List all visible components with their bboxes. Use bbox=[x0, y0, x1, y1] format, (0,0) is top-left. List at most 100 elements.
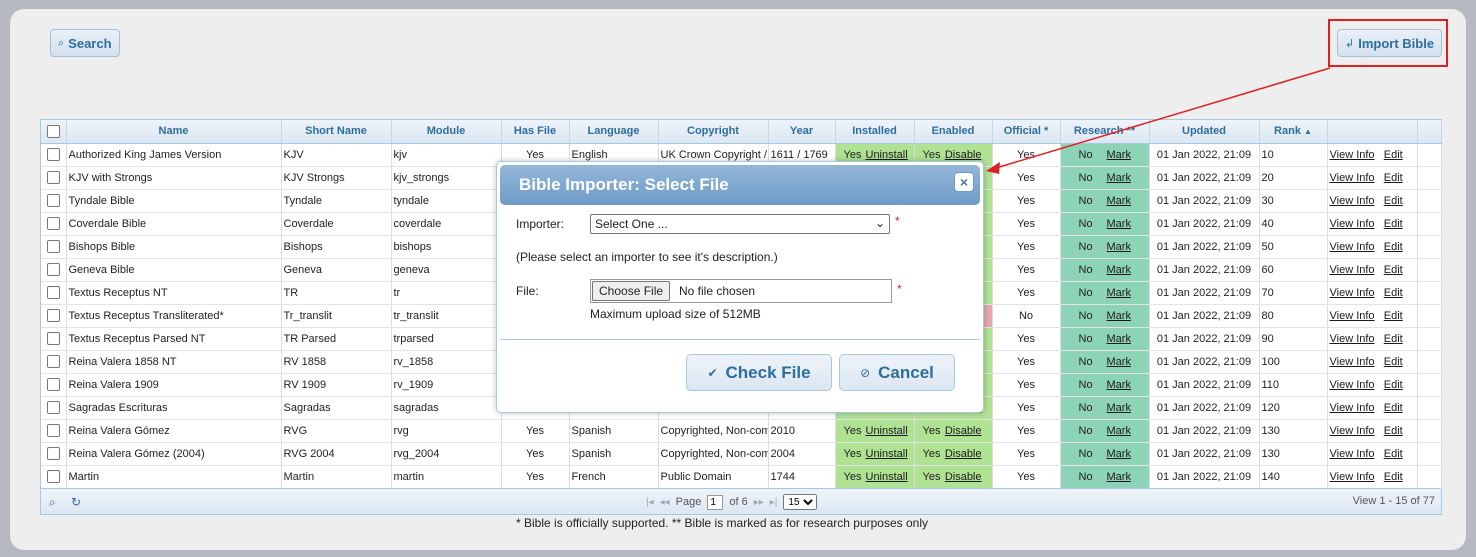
row-select[interactable] bbox=[41, 189, 67, 213]
row-checkbox[interactable] bbox=[46, 470, 60, 483]
view-info-link[interactable]: View Info bbox=[1330, 425, 1375, 437]
mark-link[interactable]: Mark bbox=[1107, 356, 1131, 368]
row-checkbox[interactable] bbox=[46, 401, 60, 414]
row-select[interactable] bbox=[41, 235, 67, 259]
view-info-link[interactable]: View Info bbox=[1330, 149, 1375, 161]
row-select[interactable] bbox=[41, 396, 67, 420]
view-info-link[interactable]: View Info bbox=[1330, 471, 1375, 483]
column-header[interactable]: Updated bbox=[1149, 120, 1260, 144]
view-info-link[interactable]: View Info bbox=[1330, 241, 1375, 253]
row-select[interactable] bbox=[41, 327, 67, 351]
column-header[interactable]: Enabled bbox=[914, 120, 993, 144]
column-header[interactable]: Short Name bbox=[281, 120, 392, 144]
edit-link[interactable]: Edit bbox=[1384, 402, 1403, 414]
row-checkbox[interactable] bbox=[46, 263, 60, 276]
cancel-button[interactable]: ⊘ Cancel bbox=[839, 354, 955, 391]
search-icon[interactable]: ⌕ bbox=[49, 495, 56, 510]
table-row[interactable]: Reina Valera Gómez (2004) RVG 2004 rvg_200… bbox=[41, 442, 1442, 466]
edit-link[interactable]: Edit bbox=[1384, 379, 1403, 391]
view-info-link[interactable]: View Info bbox=[1330, 356, 1375, 368]
row-select[interactable] bbox=[41, 258, 67, 282]
row-checkbox[interactable] bbox=[46, 194, 60, 207]
mark-link[interactable]: Mark bbox=[1107, 379, 1131, 391]
mark-link[interactable]: Mark bbox=[1107, 287, 1131, 299]
mark-link[interactable]: Mark bbox=[1107, 448, 1131, 460]
file-input[interactable]: Choose File No file chosen bbox=[590, 279, 892, 303]
edit-link[interactable]: Edit bbox=[1384, 356, 1403, 368]
view-info-link[interactable]: View Info bbox=[1330, 310, 1375, 322]
mark-link[interactable]: Mark bbox=[1107, 172, 1131, 184]
view-info-link[interactable]: View Info bbox=[1330, 218, 1375, 230]
mark-link[interactable]: Mark bbox=[1107, 241, 1131, 253]
view-info-link[interactable]: View Info bbox=[1330, 195, 1375, 207]
row-select[interactable] bbox=[41, 281, 67, 305]
disable-link[interactable]: Disable bbox=[945, 149, 982, 161]
row-checkbox[interactable] bbox=[46, 424, 60, 437]
row-checkbox[interactable] bbox=[46, 171, 60, 184]
edit-link[interactable]: Edit bbox=[1384, 425, 1403, 437]
edit-link[interactable]: Edit bbox=[1384, 241, 1403, 253]
edit-link[interactable]: Edit bbox=[1384, 149, 1403, 161]
mark-link[interactable]: Mark bbox=[1107, 402, 1131, 414]
row-select[interactable] bbox=[41, 143, 67, 167]
column-header[interactable]: Has File bbox=[501, 120, 570, 144]
search-button[interactable]: ⌕ Search bbox=[50, 29, 120, 57]
column-header[interactable]: Year bbox=[768, 120, 836, 144]
choose-file-button[interactable]: Choose File bbox=[592, 281, 671, 301]
row-checkbox[interactable] bbox=[46, 217, 60, 230]
mark-link[interactable]: Mark bbox=[1107, 264, 1131, 276]
row-select[interactable] bbox=[41, 419, 67, 443]
edit-link[interactable]: Edit bbox=[1384, 471, 1403, 483]
column-header[interactable]: Language bbox=[569, 120, 659, 144]
column-header[interactable]: Copyright bbox=[658, 120, 769, 144]
mark-link[interactable]: Mark bbox=[1107, 333, 1131, 345]
row-select[interactable] bbox=[41, 304, 67, 328]
view-info-link[interactable]: View Info bbox=[1330, 264, 1375, 276]
disable-link[interactable]: Disable bbox=[945, 471, 982, 483]
view-info-link[interactable]: View Info bbox=[1330, 379, 1375, 391]
row-select[interactable] bbox=[41, 442, 67, 466]
column-header[interactable]: Research ** bbox=[1060, 120, 1150, 144]
row-select[interactable] bbox=[41, 212, 67, 236]
mark-link[interactable]: Mark bbox=[1107, 425, 1131, 437]
page-input[interactable] bbox=[707, 494, 724, 510]
row-checkbox[interactable] bbox=[46, 309, 60, 322]
mark-link[interactable]: Mark bbox=[1107, 471, 1131, 483]
refresh-icon[interactable]: ↻ bbox=[71, 495, 81, 509]
edit-link[interactable]: Edit bbox=[1384, 264, 1403, 276]
column-header[interactable]: Name bbox=[66, 120, 282, 144]
table-row[interactable]: Martin Martin martin Yes French Public Domain… bbox=[41, 465, 1442, 489]
row-checkbox[interactable] bbox=[46, 240, 60, 253]
view-info-link[interactable]: View Info bbox=[1330, 172, 1375, 184]
uninstall-link[interactable]: Uninstall bbox=[866, 149, 908, 161]
edit-link[interactable]: Edit bbox=[1384, 333, 1403, 345]
mark-link[interactable]: Mark bbox=[1107, 149, 1131, 161]
row-select[interactable] bbox=[41, 350, 67, 374]
column-header-rank[interactable]: Rank ▲ bbox=[1259, 120, 1328, 144]
row-checkbox[interactable] bbox=[46, 378, 60, 391]
row-checkbox[interactable] bbox=[46, 355, 60, 368]
row-checkbox[interactable] bbox=[46, 286, 60, 299]
view-info-link[interactable]: View Info bbox=[1330, 287, 1375, 299]
row-select[interactable] bbox=[41, 373, 67, 397]
page-size-select[interactable]: 15 bbox=[783, 494, 818, 510]
edit-link[interactable]: Edit bbox=[1384, 310, 1403, 322]
table-row[interactable]: Reina Valera Gómez RVG rvg Yes Spanish Copyri… bbox=[41, 419, 1442, 443]
row-checkbox[interactable] bbox=[46, 148, 60, 161]
edit-link[interactable]: Edit bbox=[1384, 195, 1403, 207]
edit-link[interactable]: Edit bbox=[1384, 218, 1403, 230]
next-page-icon[interactable]: ▸▸ bbox=[754, 497, 764, 508]
row-select[interactable] bbox=[41, 465, 67, 489]
edit-link[interactable]: Edit bbox=[1384, 448, 1403, 460]
first-page-icon[interactable]: |◂ bbox=[646, 497, 654, 508]
uninstall-link[interactable]: Uninstall bbox=[866, 425, 908, 437]
prev-page-icon[interactable]: ◂◂ bbox=[660, 497, 670, 508]
row-checkbox[interactable] bbox=[46, 332, 60, 345]
view-info-link[interactable]: View Info bbox=[1330, 333, 1375, 345]
edit-link[interactable]: Edit bbox=[1384, 287, 1403, 299]
close-icon[interactable]: × bbox=[954, 172, 974, 192]
mark-link[interactable]: Mark bbox=[1107, 195, 1131, 207]
disable-link[interactable]: Disable bbox=[945, 425, 982, 437]
check-file-button[interactable]: ✔ Check File bbox=[686, 354, 832, 391]
mark-link[interactable]: Mark bbox=[1107, 218, 1131, 230]
